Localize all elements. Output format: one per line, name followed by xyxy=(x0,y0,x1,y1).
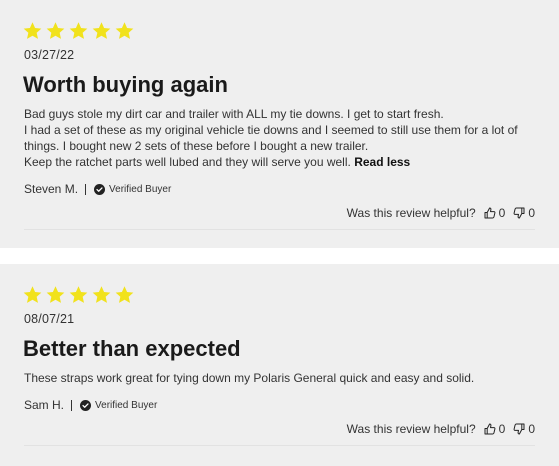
review-date: 03/27/22 xyxy=(24,48,75,62)
helpful-votes: Was this review helpful? 0 0 xyxy=(347,206,535,220)
review-date: 08/07/21 xyxy=(24,312,75,326)
author-name: Sam H. xyxy=(24,398,65,412)
helpful-question: Was this review helpful? xyxy=(346,422,476,436)
review-author: Steven M. Verified Buyer xyxy=(24,182,171,196)
star-icon xyxy=(69,286,88,303)
review-author: Sam H. Verified Buyer xyxy=(24,398,157,412)
review-body: Bad guys stole my dirt car and trailer w… xyxy=(24,106,544,170)
star-icon xyxy=(46,22,65,39)
read-less-link[interactable]: Read less xyxy=(354,155,410,169)
review-title: Better than expected xyxy=(23,336,241,361)
author-name: Steven M. xyxy=(24,182,79,196)
verified-check-icon xyxy=(80,399,92,411)
helpful-question: Was this review helpful? xyxy=(346,206,476,220)
thumbs-up-button[interactable]: 0 xyxy=(484,206,506,220)
separator xyxy=(85,183,87,195)
star-icon xyxy=(115,22,134,39)
review-body: These straps work great for tying down m… xyxy=(24,370,544,386)
thumbs-down-count: 0 xyxy=(528,206,535,220)
review-body-line: Bad guys stole my dirt car and trailer w… xyxy=(24,107,444,121)
thumbs-up-count: 0 xyxy=(498,206,506,220)
star-icon xyxy=(46,286,65,303)
star-icon xyxy=(92,22,111,39)
star-icon xyxy=(115,286,134,303)
thumbs-down-icon xyxy=(513,423,525,435)
thumbs-down-icon xyxy=(513,207,525,219)
verified-buyer-label: Verified Buyer xyxy=(109,183,172,195)
thumbs-down-count: 0 xyxy=(528,422,535,436)
star-icon xyxy=(23,286,42,303)
star-icon xyxy=(23,22,42,39)
thumbs-up-icon xyxy=(484,207,496,219)
thumbs-up-count: 0 xyxy=(498,422,506,436)
thumbs-down-button[interactable]: 0 xyxy=(513,206,535,220)
review-body-line: Keep the ratchet parts well lubed and th… xyxy=(24,155,351,169)
divider xyxy=(24,445,535,446)
star-icon xyxy=(69,22,88,39)
thumbs-down-button[interactable]: 0 xyxy=(513,422,535,436)
review-body-line: I had a set of these as my original vehi… xyxy=(24,123,518,137)
review-body-line: These straps work great for tying down m… xyxy=(24,371,475,385)
separator xyxy=(71,399,73,411)
review-title: Worth buying again xyxy=(23,72,228,97)
helpful-votes: Was this review helpful? 0 0 xyxy=(347,422,535,436)
thumbs-up-button[interactable]: 0 xyxy=(484,422,506,436)
review-card: 08/07/21 Better than expected These stra… xyxy=(0,264,559,466)
star-rating xyxy=(22,285,135,305)
star-rating xyxy=(22,21,135,41)
thumbs-up-icon xyxy=(484,423,496,435)
review-body-line: things. I bought new 2 sets of these bef… xyxy=(24,139,369,153)
star-icon xyxy=(92,286,111,303)
review-card: 03/27/22 Worth buying again Bad guys sto… xyxy=(0,0,559,248)
verified-buyer-label: Verified Buyer xyxy=(95,399,158,411)
divider xyxy=(24,229,535,230)
verified-check-icon xyxy=(94,183,106,195)
